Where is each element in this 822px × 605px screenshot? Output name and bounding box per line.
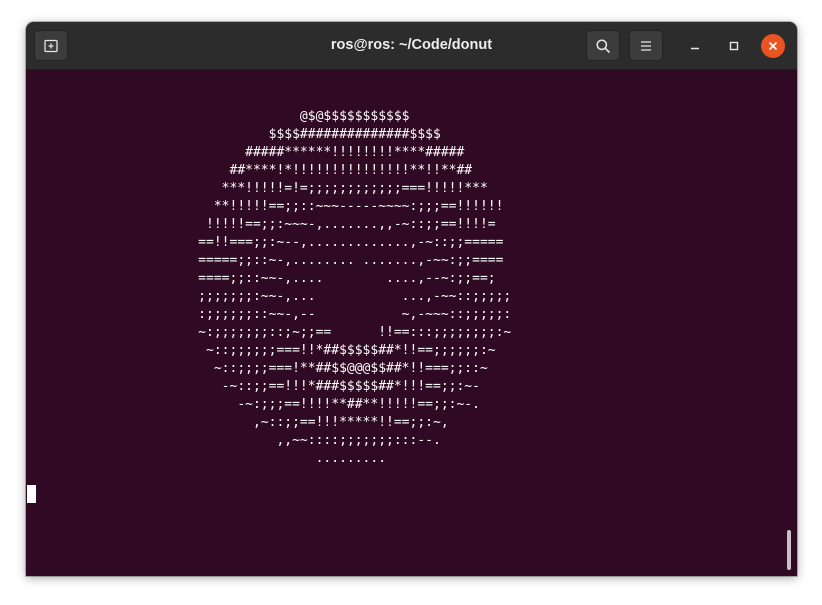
search-icon bbox=[595, 38, 611, 54]
scrollbar[interactable] bbox=[787, 530, 791, 570]
terminal-output: @$@$$$$$$$$$$$ $$$$##############$$$$ ##… bbox=[198, 109, 512, 466]
maximize-icon bbox=[728, 40, 740, 52]
terminal-area[interactable]: @$@$$$$$$$$$$$ $$$$##############$$$$ ##… bbox=[26, 70, 797, 576]
menu-button[interactable] bbox=[629, 30, 663, 61]
text-cursor bbox=[27, 485, 36, 503]
search-button[interactable] bbox=[586, 30, 620, 61]
hamburger-menu-icon bbox=[639, 39, 653, 53]
close-button[interactable] bbox=[761, 34, 785, 58]
close-icon bbox=[767, 40, 779, 52]
maximize-button[interactable] bbox=[722, 34, 746, 58]
terminal-window: ros@ros: ~/Code/donut @$@$$$$$$$$$$$ $$$… bbox=[26, 22, 797, 576]
minimize-button[interactable] bbox=[683, 34, 707, 58]
title-bar[interactable]: ros@ros: ~/Code/donut bbox=[26, 22, 797, 70]
new-tab-icon bbox=[43, 38, 59, 54]
new-tab-button[interactable] bbox=[34, 30, 68, 61]
window-title: ros@ros: ~/Code/donut bbox=[330, 37, 493, 53]
minimize-icon bbox=[689, 40, 701, 52]
